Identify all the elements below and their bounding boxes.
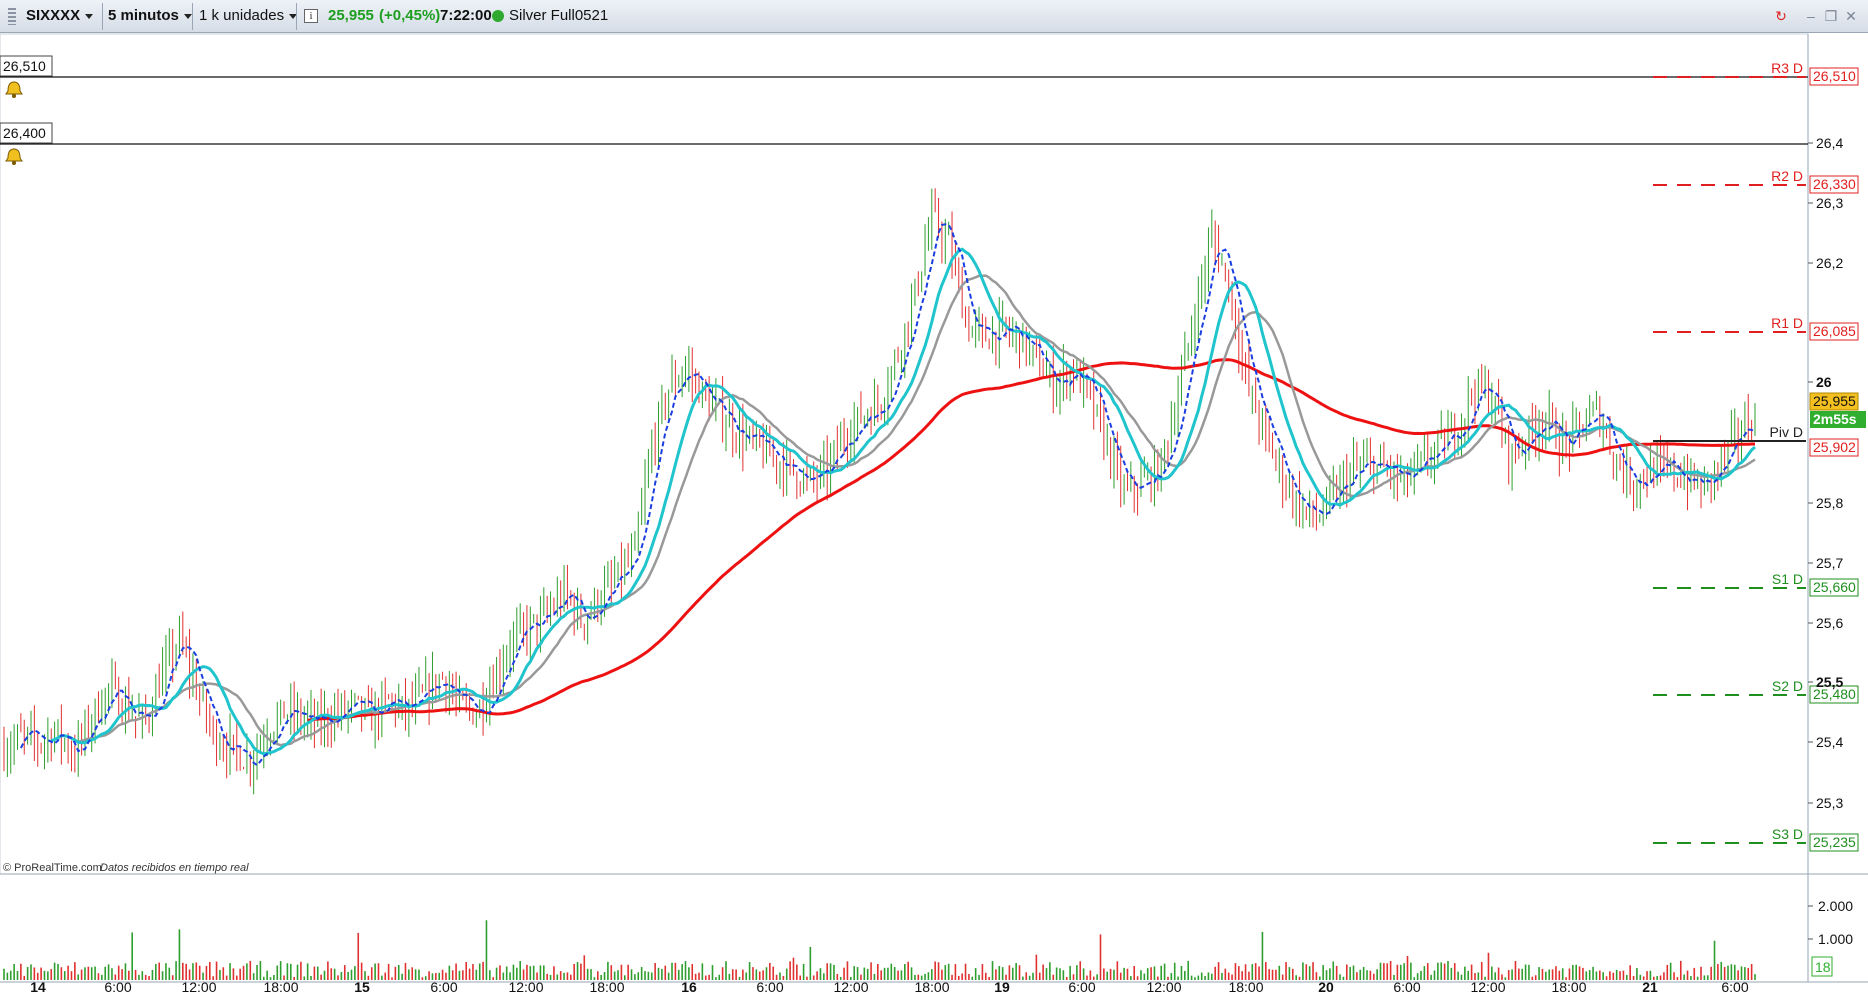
price-tick-label: 25,3 xyxy=(1816,795,1843,811)
units-selector[interactable]: 1 k unidades xyxy=(199,4,298,28)
price-chart[interactable]: 26,510 26,400 R3 D 26,510 R2 D 26,330 R1 D 26… xyxy=(0,33,1868,1000)
pivot-name: Piv D xyxy=(1770,424,1803,440)
chevron-down-icon xyxy=(85,13,94,19)
moving-averages xyxy=(20,223,1756,767)
time-tick-label: 6:00 xyxy=(1068,979,1095,995)
alert-label: 26,400 xyxy=(3,125,46,141)
pivot-name: S3 D xyxy=(1772,826,1803,842)
timeframe-label: 5 minutos xyxy=(108,7,179,24)
pivot-value: 26,330 xyxy=(1813,176,1856,192)
time-tick-label: 21 xyxy=(1642,979,1658,995)
price-tick-label: 25,6 xyxy=(1816,615,1843,631)
footer-note: Datos recibidos en tiempo real xyxy=(100,862,249,874)
grip-icon[interactable] xyxy=(8,8,16,25)
price-tick-label: 25,5 xyxy=(1816,674,1843,690)
volume-tick-label: 2.000 xyxy=(1818,898,1853,914)
pivot-value: 26,085 xyxy=(1813,323,1856,339)
time-tick-label: 6:00 xyxy=(1721,979,1748,995)
last-price-tag: 25,955 xyxy=(1809,392,1859,411)
pivot-name: R2 D xyxy=(1771,168,1803,184)
price-tick-label: 26,2 xyxy=(1816,255,1843,271)
pivot-name: S2 D xyxy=(1772,678,1803,694)
close-icon[interactable]: ✕ xyxy=(1842,7,1860,25)
ma-gray-line xyxy=(77,274,1756,747)
price-tick-label: 26 xyxy=(1816,374,1832,390)
pivot-value: 25,660 xyxy=(1813,579,1856,595)
time-tick-label: 12:00 xyxy=(833,979,868,995)
time-axis: 14 6:00 12:00 18:00 15 6:00 12:00 18:00 16 6:00 12… xyxy=(30,979,1749,995)
units-label: 1 k unidades xyxy=(199,7,285,24)
svg-text:2m55s: 2m55s xyxy=(1813,411,1857,427)
ma-red-line xyxy=(307,358,1755,722)
alert-label: 26,510 xyxy=(3,58,46,74)
alert-line-1[interactable]: 26,510 xyxy=(0,55,1808,98)
pivot-lines: R3 D 26,510 R2 D 26,330 R1 D 26,085 Piv D 25,90… xyxy=(1653,60,1859,852)
pivot-value: 25,902 xyxy=(1813,439,1856,455)
bell-icon[interactable] xyxy=(5,81,23,98)
volume-panel: 2.000 1.000 18 xyxy=(3,898,1853,980)
price-tick-label: 26,4 xyxy=(1816,135,1843,151)
svg-text:25,955: 25,955 xyxy=(1813,393,1856,409)
volume-tick-label: 1.000 xyxy=(1818,931,1853,947)
time-tick-label: 14 xyxy=(30,979,46,995)
time-tick-label: 12:00 xyxy=(508,979,543,995)
time-tick-label: 6:00 xyxy=(430,979,457,995)
time-tick-label: 18:00 xyxy=(1228,979,1263,995)
time-tick-label: 12:00 xyxy=(181,979,216,995)
time-tick-label: 18:00 xyxy=(263,979,298,995)
time-tick-label: 20 xyxy=(1318,979,1334,995)
last-price: 25,955 xyxy=(328,7,374,24)
time-tick-label: 6:00 xyxy=(756,979,783,995)
time-tick-label: 18:00 xyxy=(589,979,624,995)
candlestick-series xyxy=(3,188,1756,795)
time-tick-label: 6:00 xyxy=(104,979,131,995)
alert-line-2[interactable]: 26,400 xyxy=(0,122,1808,165)
connection-status-icon xyxy=(492,10,504,22)
pivot-value: 25,235 xyxy=(1813,834,1856,850)
chevron-down-icon xyxy=(183,13,192,19)
chart-toolbar: SIXXXX 5 minutos 1 k unidades i 25,955 (… xyxy=(0,0,1868,33)
time-tick-label: 18:00 xyxy=(914,979,949,995)
time-tick-label: 19 xyxy=(994,979,1010,995)
pivot-name: R3 D xyxy=(1771,60,1803,76)
ma-blue-dashed-line xyxy=(20,223,1756,767)
volume-tag: 18 xyxy=(1815,959,1831,975)
info-icon[interactable]: i xyxy=(304,9,318,23)
pivot-name: S1 D xyxy=(1772,571,1803,587)
price-axis: 26,4 26,3 26,2 26 25,8 25,7 25,6 25,5 25,4 25,3 xyxy=(1808,135,1843,811)
instrument-name: Silver Full0521 xyxy=(509,7,609,24)
countdown-tag: 2m55s xyxy=(1810,411,1866,428)
price-change: (+0,45%) xyxy=(379,7,441,24)
symbol-selector[interactable]: SIXXXX xyxy=(26,4,94,28)
ma-cyan-line xyxy=(50,247,1756,756)
price-tick-label: 25,8 xyxy=(1816,495,1843,511)
time-tick-label: 16 xyxy=(681,979,697,995)
pivot-name: R1 D xyxy=(1771,315,1803,331)
time-tick-label: 12:00 xyxy=(1470,979,1505,995)
footer-brand: © ProRealTime.com xyxy=(3,862,102,874)
price-tick-label: 26,3 xyxy=(1816,195,1843,211)
symbol-label: SIXXXX xyxy=(26,7,81,24)
price-tick-label: 25,4 xyxy=(1816,734,1843,750)
timeframe-selector[interactable]: 5 minutos xyxy=(108,4,192,28)
refresh-icon[interactable]: ↻ xyxy=(1772,7,1790,25)
pivot-value: 26,510 xyxy=(1813,68,1856,84)
price-time: 7:22:00 xyxy=(440,7,492,24)
time-tick-label: 18:00 xyxy=(1551,979,1586,995)
bell-icon[interactable] xyxy=(5,148,23,165)
time-tick-label: 15 xyxy=(354,979,370,995)
minimize-icon[interactable]: – xyxy=(1802,7,1820,25)
price-tick-label: 25,7 xyxy=(1816,555,1843,571)
time-tick-label: 12:00 xyxy=(1146,979,1181,995)
restore-icon[interactable]: ❐ xyxy=(1822,7,1840,25)
time-tick-label: 6:00 xyxy=(1393,979,1420,995)
